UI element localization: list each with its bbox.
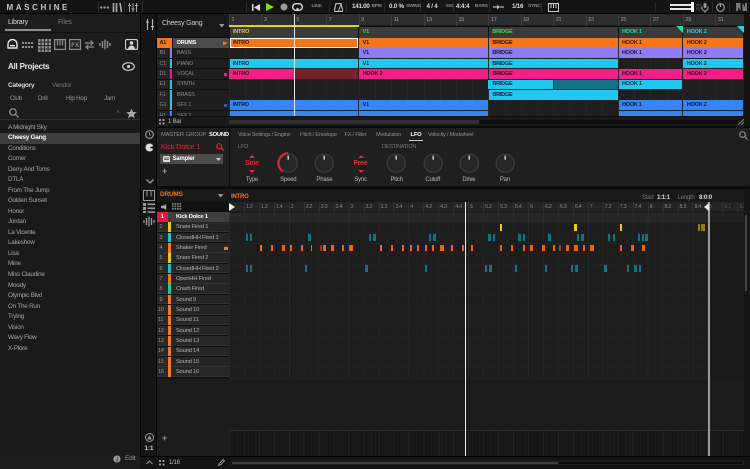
svg-text:FX: FX — [71, 42, 80, 49]
